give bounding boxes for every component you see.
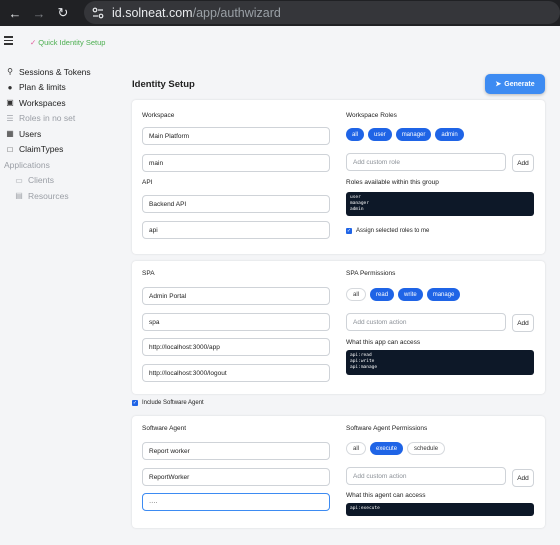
role-chip[interactable]: user <box>368 128 392 141</box>
role-chip[interactable]: manager <box>395 128 432 141</box>
address-bar[interactable]: id.solneat.com/app/authwizard <box>84 1 560 24</box>
doc-icon: □ <box>7 144 13 154</box>
agent-name-input[interactable]: Report worker <box>142 442 330 460</box>
spa-label: SPA <box>142 270 155 277</box>
add-role-button[interactable]: Add <box>512 154 534 172</box>
sidebar-section-applications: Applications <box>4 159 50 170</box>
agent-access-label: What this agent can access <box>346 492 426 499</box>
spa-permissions-label: SPA Permissions <box>346 270 396 277</box>
permission-chip[interactable]: read <box>370 288 395 301</box>
spa-name-input[interactable]: Admin Portal <box>142 287 330 305</box>
page-title: Identity Setup <box>132 79 195 90</box>
app-header: ✓ Quick Identity Setup <box>0 26 560 60</box>
code-line: admin <box>350 207 364 212</box>
agent-label: Software Agent <box>142 425 187 432</box>
code-line: api:execute <box>350 506 380 511</box>
permission-chip[interactable]: manage <box>426 288 461 301</box>
permission-chip[interactable]: all <box>346 442 367 455</box>
workspace-name-input[interactable]: Main Platform <box>142 127 330 145</box>
workspace-label: Workspace <box>142 112 175 119</box>
url-host: id.solneat.com <box>112 5 193 20</box>
roles-available-label: Roles available within this group <box>346 179 439 186</box>
sidebar-item-claimtypes[interactable]: □ ClaimTypes <box>0 142 118 158</box>
role-chip[interactable]: admin <box>435 128 464 141</box>
magic-wand-icon: ✓ <box>30 38 37 47</box>
sidebar-item-workspaces[interactable]: ▣ Workspaces <box>0 95 118 111</box>
spa-custom-action-input[interactable]: Add custom action <box>346 313 506 331</box>
workspace-roles-label: Workspace Roles <box>346 112 397 119</box>
sidebar-item-resources[interactable]: ▤ Resources <box>0 188 118 204</box>
checkbox-checked-icon: ✓ <box>346 228 352 234</box>
checkbox-checked-icon: ✓ <box>132 400 138 406</box>
workspaces-icon: ▣ <box>6 98 14 108</box>
spa-slug-input[interactable]: spa <box>142 313 330 331</box>
generate-button[interactable]: ➤ Generate <box>485 74 545 94</box>
spa-permission-chips: all read write manage <box>346 288 464 301</box>
rocket-icon: ➤ <box>495 81 502 88</box>
users-icon: ● <box>7 82 13 92</box>
monitor-icon: ▭ <box>15 175 23 185</box>
key-icon: ⚲ <box>7 67 13 77</box>
hamburger-menu-icon[interactable] <box>4 36 13 45</box>
agent-permissions-label: Software Agent Permissions <box>346 425 428 432</box>
site-settings-icon[interactable] <box>92 7 104 19</box>
workspace-slug-input[interactable]: main <box>142 154 330 172</box>
browser-toolbar: ← → ↻ id.solneat.com/app/authwizard <box>0 0 560 26</box>
assign-roles-checkbox[interactable]: ✓ Assign selected roles to me <box>346 228 429 234</box>
forward-icon[interactable]: → <box>26 6 52 21</box>
role-chips: all user manager admin <box>346 128 468 141</box>
custom-role-input[interactable]: Add custom role <box>346 153 506 171</box>
spa-add-action-button[interactable]: Add <box>512 314 534 332</box>
sidebar-item-plan[interactable]: ● Plan & limits <box>0 80 118 96</box>
agent-secret-input[interactable]: ···· <box>142 493 330 511</box>
roles-icon: ☰ <box>6 113 14 123</box>
permission-chip[interactable]: schedule <box>407 442 446 455</box>
include-agent-checkbox[interactable]: ✓ Include Software Agent <box>132 400 204 406</box>
code-line: api:manage <box>350 365 378 370</box>
roles-available-code: user manager admin <box>346 192 534 216</box>
spa-access-label: What this app can access <box>346 339 421 346</box>
permission-chip[interactable]: all <box>346 288 367 301</box>
workspace-card: Workspace Main Platform main API Backend… <box>132 100 545 254</box>
server-icon: ▤ <box>15 191 23 201</box>
id-card-icon: ▦ <box>6 129 14 139</box>
logout-url-input[interactable]: http://localhost:3000/logout <box>142 364 330 382</box>
agent-permission-chips: all execute schedule <box>346 442 449 455</box>
redirect-url-input[interactable]: http://localhost:3000/app <box>142 338 330 356</box>
sidebar-item-roles[interactable]: ☰ Roles in no set <box>0 111 118 127</box>
spa-access-code: api:read api:write api:manage <box>346 350 534 375</box>
api-slug-input[interactable]: api <box>142 221 330 239</box>
sidebar-item-clients[interactable]: ▭ Clients <box>0 173 118 189</box>
url-path: /app/authwizard <box>192 5 281 20</box>
reload-icon[interactable]: ↻ <box>50 5 76 21</box>
back-icon[interactable]: ← <box>2 6 28 21</box>
sidebar-item-users[interactable]: ▦ Users <box>0 126 118 142</box>
sidebar-item-sessions[interactable]: ⚲ Sessions & Tokens <box>0 64 118 80</box>
sidebar: ⚲ Sessions & Tokens ● Plan & limits ▣ Works… <box>0 64 118 204</box>
spa-card: SPA Admin Portal spa http://localhost:30… <box>132 261 545 394</box>
agent-card: Software Agent Report worker ReportWorke… <box>132 416 545 528</box>
permission-chip[interactable]: write <box>398 288 423 301</box>
api-label: API <box>142 179 153 186</box>
api-name-input[interactable]: Backend API <box>142 195 330 213</box>
permission-chip[interactable]: execute <box>370 442 404 455</box>
agent-add-action-button[interactable]: Add <box>512 469 534 487</box>
agent-access-code: api:execute <box>346 503 534 516</box>
agent-custom-action-input[interactable]: Add custom action <box>346 467 506 485</box>
role-chip[interactable]: all <box>346 128 365 141</box>
agent-id-input[interactable]: ReportWorker <box>142 468 330 486</box>
quick-setup-link[interactable]: ✓ Quick Identity Setup <box>30 38 105 47</box>
